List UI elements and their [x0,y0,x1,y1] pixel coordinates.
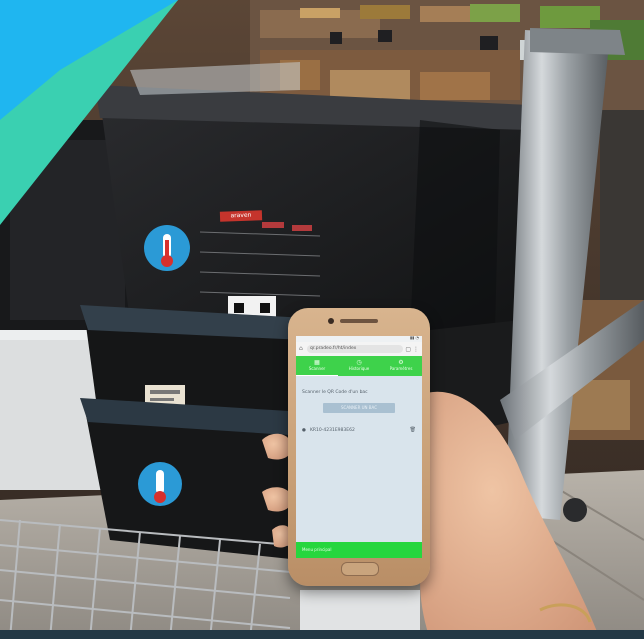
crate-brand-label: araven [219,210,263,222]
tab-scanner[interactable]: ▦ Scanner [296,356,338,376]
crate-red-sticker [262,222,284,228]
scan-button[interactable]: SCANNER UN BAC [323,403,395,413]
photo-scene: araven ▮▮ ◔ ⌂ qr.pradeo.fr/ht/index ▢ ⋮ … [0,0,644,639]
app-footer[interactable]: Menu principal [296,542,422,558]
phone-screen: ▮▮ ◔ ⌂ qr.pradeo.fr/ht/index ▢ ⋮ ▦ Scann… [296,336,422,558]
phone-speaker [340,319,378,323]
gear-icon: ⚙ [398,359,404,366]
home-icon[interactable]: ⌂ [299,346,305,352]
scan-prompt: Scanner le QR Code d'un bac [302,390,368,395]
location-icon: ● [302,427,306,433]
menu-dots-icon[interactable]: ⋮ [413,346,419,353]
trash-icon[interactable]: 🗑 [410,427,416,433]
url-field[interactable]: qr.pradeo.fr/ht/index [307,345,404,353]
scanned-code: KR10-4231E983E62 [309,427,355,433]
qr-icon: ▦ [314,359,320,366]
tab-settings[interactable]: ⚙ Paramètres [380,356,422,376]
crate-red-sticker [292,225,312,231]
smartphone: ▮▮ ◔ ⌂ qr.pradeo.fr/ht/index ▢ ⋮ ▦ Scann… [288,308,430,586]
scanned-code-row: ● KR10-4231E983E62 🗑 [302,427,416,433]
browser-url-bar: ⌂ qr.pradeo.fr/ht/index ▢ ⋮ [296,342,422,356]
tab-history[interactable]: ◷ Historique [338,356,380,376]
app-nav-bar: ▦ Scanner ◷ Historique ⚙ Paramètres [296,356,422,376]
tabs-icon[interactable]: ▢ [405,346,411,353]
app-content: Scanner le QR Code d'un bac SCANNER UN B… [296,376,422,443]
history-icon: ◷ [356,359,362,366]
camera-icon [328,318,334,324]
phone-home-button [341,562,379,576]
status-bar: ▮▮ ◔ [296,336,422,342]
